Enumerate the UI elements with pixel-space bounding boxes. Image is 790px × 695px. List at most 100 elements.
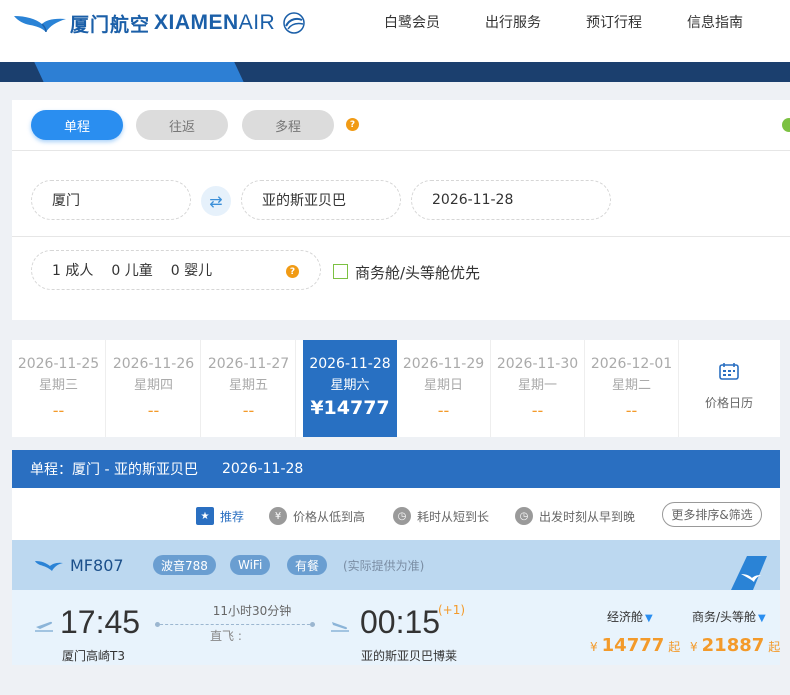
cabin-label: 商务/头等舱 — [692, 610, 757, 624]
yen-icon: ¥ — [269, 507, 287, 525]
sort-label: 价格从低到高 — [293, 509, 366, 524]
departure-airport: 厦门高崎T3 — [62, 649, 125, 663]
date-option-date: 2026-11-30 — [496, 356, 579, 372]
trip-type-multi-city[interactable]: 多程 — [242, 110, 334, 140]
sort-price[interactable]: ¥ 价格从低到高 — [269, 507, 365, 525]
departure-date-input[interactable]: 2026-11-28 — [411, 180, 611, 220]
stop-type: 直飞 : — [210, 629, 242, 643]
clock-icon: ◷ — [515, 507, 533, 525]
day-offset: (+1) — [438, 603, 466, 617]
fare-suffix: 起 — [768, 640, 781, 654]
date-option-price: -- — [242, 401, 255, 420]
brand-name-en-bold: XIAMEN — [154, 11, 239, 34]
destination-input[interactable]: 亚的斯亚贝巴 — [241, 180, 401, 220]
date-option[interactable]: 2026-11-30 星期一 -- — [491, 340, 585, 437]
takeoff-icon — [35, 621, 53, 632]
sort-label: 推荐 — [220, 509, 245, 524]
date-option-selected[interactable]: 2026-11-28 星期六 ¥14777 — [303, 340, 397, 437]
flight-card-header: MF807 波音788 WiFi 有餐 (实际提供为准) — [12, 540, 780, 590]
flight-duration: 11小时30分钟 — [212, 604, 292, 618]
passenger-help-icon[interactable]: ? — [286, 265, 299, 278]
brand-name-cn: 厦门航空 — [70, 13, 151, 36]
date-option-price: -- — [147, 401, 160, 420]
cabin-economy-toggle[interactable]: 经济舱 ▼ — [607, 608, 653, 625]
star-badge-icon: ★ — [196, 507, 214, 525]
date-option-weekday: 星期六 — [330, 378, 370, 393]
date-option[interactable]: 2026-11-25 星期三 -- — [12, 340, 106, 437]
caret-down-icon: ▼ — [758, 613, 766, 624]
date-option-date: 2026-11-29 — [402, 356, 485, 372]
date-option-price: ¥14777 — [310, 397, 390, 419]
arrival-time: 00:15 — [360, 604, 441, 640]
date-option-weekday: 星期五 — [228, 378, 268, 393]
flight-number: MF807 — [70, 556, 124, 575]
cabin-pref-label[interactable]: 商务舱/头等舱优先 — [355, 262, 480, 283]
date-option-date: 2026-11-25 — [17, 356, 100, 372]
arrival-airport: 亚的斯亚贝巴博莱 — [361, 649, 458, 663]
egret-bird-icon — [35, 561, 63, 571]
route-date: 2026-11-28 — [221, 461, 304, 477]
brand-name-en: XIAMENAIR — [154, 11, 275, 35]
meal-tag: 有餐 — [287, 555, 328, 575]
date-option-weekday: 星期一 — [517, 378, 557, 393]
xiamen-air-logo[interactable]: 厦门航空 XIAMENAIR — [12, 8, 309, 38]
price-calendar-button[interactable]: 价格日历 — [678, 340, 780, 437]
date-option-date: 2026-11-26 — [112, 356, 195, 372]
date-option[interactable]: 2026-11-29 星期日 -- — [397, 340, 491, 437]
sort-recommended[interactable]: ★ 推荐 — [196, 507, 244, 525]
date-option-price: -- — [437, 401, 450, 420]
cabin-pref-checkbox[interactable] — [333, 264, 348, 279]
divider — [12, 150, 790, 151]
banner-active-tab[interactable] — [32, 62, 244, 82]
trip-type-round-trip[interactable]: 往返 — [136, 110, 228, 140]
date-option-price: -- — [625, 401, 638, 420]
cabin-label: 经济舱 — [607, 610, 644, 624]
skyteam-icon — [283, 12, 305, 34]
status-dot — [782, 118, 790, 132]
egret-bird-icon — [14, 16, 66, 33]
duration-line — [155, 622, 315, 627]
sort-departure-time[interactable]: ◷ 出发时刻从早到晚 — [515, 507, 635, 525]
cabin-business-toggle[interactable]: 商务/头等舱 ▼ — [692, 608, 766, 625]
date-option-date: 2026-12-01 — [590, 356, 673, 372]
date-option-weekday: 星期四 — [133, 378, 173, 393]
service-note: (实际提供为准) — [343, 559, 425, 573]
infants-count: 0 婴儿 — [170, 263, 213, 279]
sort-label: 耗时从短到长 — [417, 509, 490, 524]
clock-icon: ◷ — [393, 507, 411, 525]
nav-travel-services[interactable]: 出行服务 — [485, 12, 541, 32]
date-option[interactable]: 2026-12-01 星期二 -- — [585, 340, 679, 437]
date-option[interactable]: 2026-11-26 星期四 -- — [107, 340, 201, 437]
fare-currency: ¥ — [690, 640, 698, 654]
banner-strip — [0, 62, 790, 82]
flight-search-panel: 单程 往返 多程 ? 厦门 ⇄ 亚的斯亚贝巴 2026-11-28 1 成人 0… — [12, 100, 790, 320]
passenger-selector[interactable]: 1 成人 0 儿童 0 婴儿 — [31, 250, 321, 290]
tail-logo-icon — [731, 556, 767, 590]
economy-fare[interactable]: ¥ 14777 起 — [590, 635, 680, 656]
swap-cities-icon[interactable]: ⇄ — [201, 186, 231, 216]
children-count: 0 儿童 — [111, 263, 153, 279]
departure-time: 17:45 — [60, 604, 141, 640]
nav-manage-booking[interactable]: 预订行程 — [586, 12, 642, 32]
nav-membership[interactable]: 白鹭会员 — [384, 12, 440, 32]
nav-info-guide[interactable]: 信息指南 — [687, 12, 743, 32]
date-option-weekday: 星期日 — [423, 378, 463, 393]
sort-label: 出发时刻从早到晚 — [539, 509, 636, 524]
trip-type-one-way[interactable]: 单程 — [31, 110, 123, 140]
landing-icon — [331, 622, 349, 632]
flight-card-body[interactable]: 17:45 厦门高崎T3 11小时30分钟 直飞 : 00:15 (+1) 亚的… — [12, 590, 780, 665]
wifi-tag: WiFi — [230, 555, 271, 575]
fare-amount: 14777 — [601, 635, 665, 656]
route-summary-bar: 单程：厦门 - 亚的斯亚贝巴 2026-11-28 — [12, 450, 780, 488]
date-option[interactable]: 2026-11-27 星期五 -- — [202, 340, 296, 437]
more-sort-filter-button[interactable]: 更多排序&筛选 — [662, 502, 762, 527]
sort-duration[interactable]: ◷ 耗时从短到长 — [393, 507, 489, 525]
date-option-date: 2026-11-27 — [207, 356, 290, 372]
site-header: 厦门航空 XIAMENAIR 白鹭会员 出行服务 预订行程 信息指南 — [0, 0, 790, 62]
origin-input[interactable]: 厦门 — [31, 180, 191, 220]
price-calendar-label: 价格日历 — [704, 396, 753, 410]
help-icon[interactable]: ? — [346, 118, 359, 131]
fare-amount: 21887 — [701, 635, 765, 656]
caret-down-icon: ▼ — [645, 613, 653, 624]
business-fare[interactable]: ¥ 21887 起 — [690, 635, 780, 656]
